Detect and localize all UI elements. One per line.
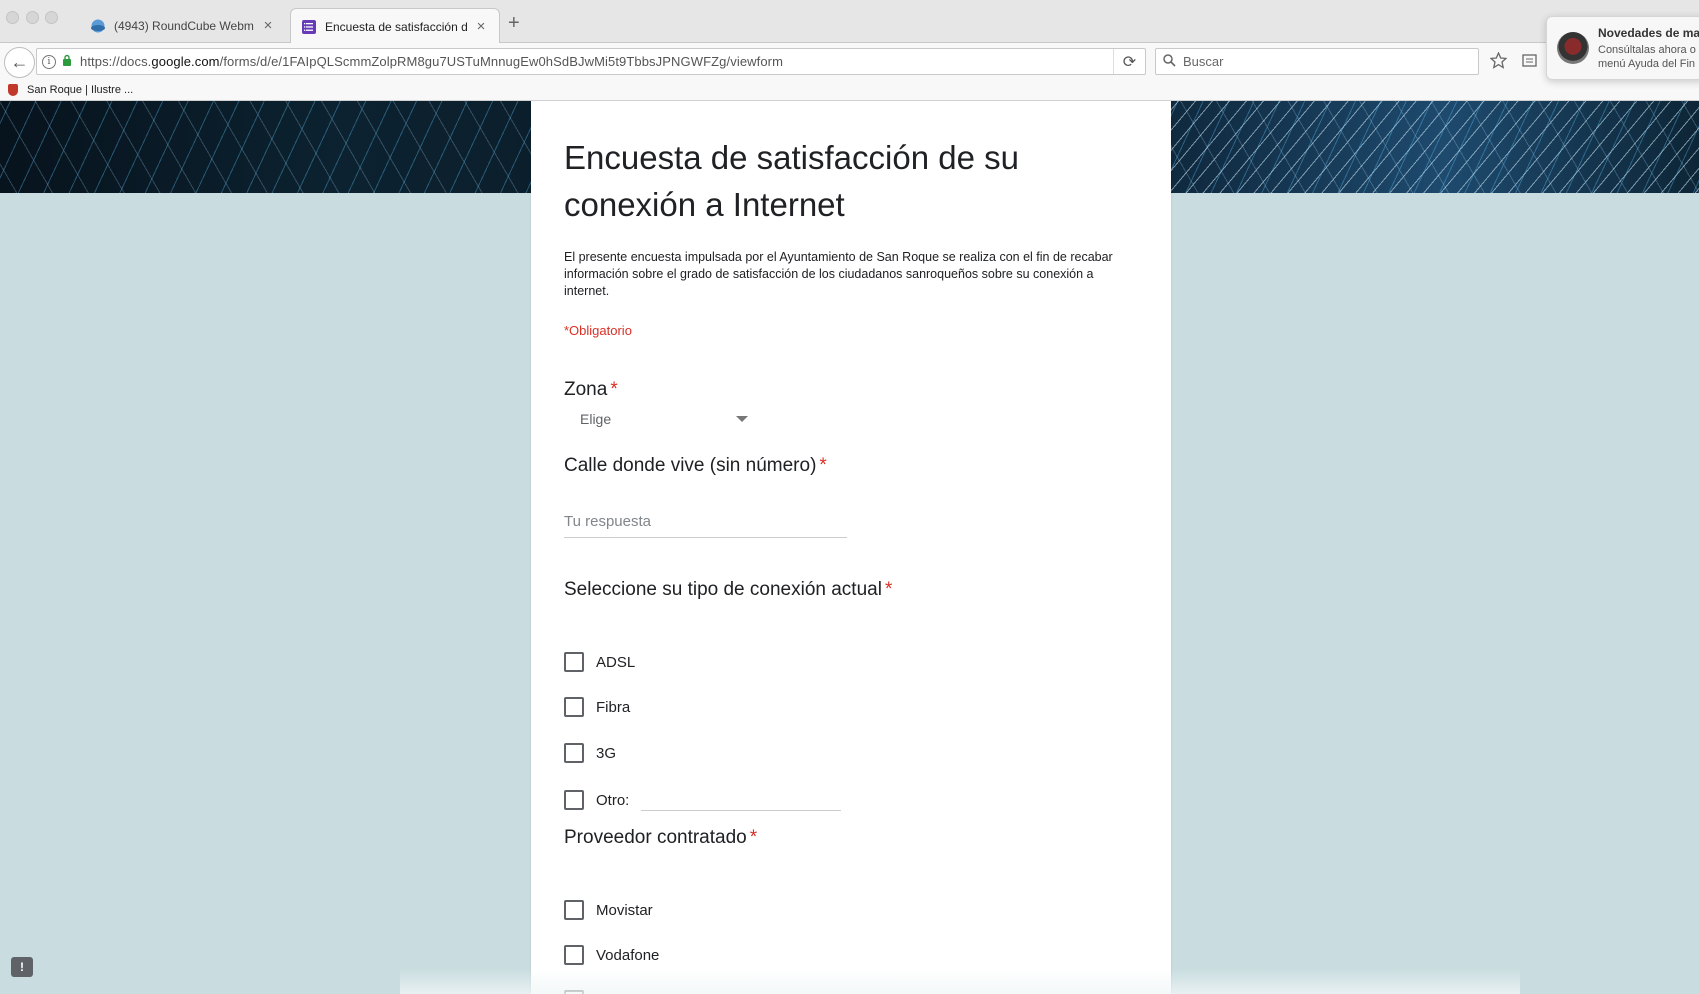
back-arrow-icon: ←	[10, 52, 29, 72]
form-description: El presente encuesta impulsada por el Ay…	[564, 250, 1113, 298]
checkbox[interactable]	[564, 790, 584, 810]
zoom-window-button[interactable]	[45, 11, 58, 24]
question-calle-title: Calle donde vive (sin número) *	[564, 455, 827, 477]
close-tab-icon[interactable]: ×	[473, 18, 489, 35]
address-bar[interactable]: i https://docs.google.com/forms/d/e/1FAI…	[36, 48, 1146, 75]
option-label: ADSL	[596, 653, 636, 671]
url-prefix: https://docs.	[80, 54, 152, 69]
notification-line-1: Consúltalas ahora o	[1598, 44, 1696, 56]
tab-label: (4943) RoundCube Webmail	[114, 18, 254, 33]
info-icon[interactable]: i	[42, 54, 56, 69]
option-label: Otro:	[596, 791, 630, 809]
option-label: 3G	[596, 744, 617, 762]
option-label: Vodafone	[596, 946, 660, 964]
tab-roundcube[interactable]: (4943) RoundCube Webmail ×	[80, 8, 286, 43]
dropdown-arrow-icon	[736, 416, 748, 422]
tab-encuesta[interactable]: Encuesta de satisfacción de su conexión …	[290, 8, 500, 44]
question-conexion-title: Seleccione su tipo de conexión actual *	[564, 579, 892, 601]
roundcube-icon	[91, 19, 105, 32]
lock-icon	[62, 54, 72, 69]
checkbox-option-next[interactable]	[564, 989, 584, 994]
checkbox-option-otro[interactable]: Otro:	[564, 789, 842, 811]
checkbox-option-fibra[interactable]: Fibra	[564, 696, 630, 718]
checkbox[interactable]	[564, 697, 584, 717]
search-icon	[1163, 53, 1176, 70]
san-roque-crest-icon	[8, 84, 18, 96]
back-button[interactable]: ←	[4, 47, 35, 78]
notification-line-2: menú Ayuda del Fin	[1598, 58, 1696, 70]
bookmarks-bar: San Roque | Ilustre ...	[0, 83, 1699, 101]
question-zona-title: Zona *	[564, 379, 618, 401]
notification-title: Novedades de ma	[1598, 26, 1699, 40]
url-path: /forms/d/e/1FAIpQLScmmZolpRM8gu7USTuMnnu…	[219, 54, 784, 69]
zona-dropdown[interactable]: Elige	[564, 407, 754, 431]
search-bar[interactable]	[1155, 48, 1479, 75]
calle-answer-input[interactable]	[564, 510, 847, 538]
minimize-window-button[interactable]	[26, 11, 39, 24]
page-content: Encuesta de satisfacción de su conexión …	[0, 101, 1699, 994]
tab-bar: (4943) RoundCube Webmail × Encuesta de s…	[0, 0, 1699, 44]
close-window-button[interactable]	[6, 11, 19, 24]
checkbox-option-vodafone[interactable]: Vodafone	[564, 944, 659, 966]
question-label: Seleccione su tipo de conexión actual	[564, 579, 882, 600]
feedback-icon[interactable]: !	[11, 957, 33, 977]
checkbox-option-movistar[interactable]: Movistar	[564, 899, 653, 921]
notification-body: Consúltalas ahora o menú Ayuda del Fin	[1598, 43, 1696, 71]
question-label: Calle donde vive (sin número)	[564, 455, 817, 476]
bookmark-star-icon[interactable]	[1489, 51, 1508, 74]
bookmark-label: San Roque | Ilustre ...	[27, 84, 134, 96]
required-asterisk: *	[884, 579, 893, 600]
otro-text-input[interactable]	[641, 789, 842, 811]
question-label: Proveedor contratado	[564, 827, 747, 848]
checkbox[interactable]	[564, 743, 584, 763]
new-tab-button[interactable]: +	[508, 12, 520, 35]
navigation-bar: ← i https://docs.google.com/forms/d/e/1F…	[0, 43, 1699, 83]
notification-avatar	[1557, 32, 1589, 64]
close-tab-icon[interactable]: ×	[260, 17, 276, 34]
reload-icon[interactable]: ⟳	[1113, 49, 1145, 74]
question-proveedor-title: Proveedor contratado *	[564, 827, 757, 849]
checkbox[interactable]	[564, 900, 584, 920]
notification-popup[interactable]: Novedades de ma Consúltalas ahora o menú…	[1546, 16, 1699, 80]
checkbox-option-adsl[interactable]: ADSL	[564, 651, 635, 673]
tab-label: Encuesta de satisfacción de su conexión …	[325, 19, 467, 34]
required-asterisk: *	[819, 455, 827, 476]
required-asterisk: *	[749, 827, 758, 848]
checkbox[interactable]	[564, 945, 584, 965]
required-asterisk: *	[610, 379, 618, 400]
google-forms-icon	[302, 19, 316, 34]
dropdown-value: Elige	[580, 411, 612, 427]
option-label: Fibra	[596, 698, 631, 716]
bookmark-san-roque[interactable]: San Roque | Ilustre ...	[8, 84, 133, 96]
checkbox[interactable]	[564, 652, 584, 672]
search-input[interactable]	[1183, 54, 1478, 69]
checkbox[interactable]	[564, 990, 584, 994]
url-text[interactable]: https://docs.google.com/forms/d/e/1FAIpQ…	[80, 54, 1113, 69]
url-domain: google.com	[151, 54, 220, 69]
banner-light-streaks	[1170, 101, 1699, 193]
form-title: Encuesta de satisfacción de su conexión …	[564, 139, 1019, 223]
question-label: Zona	[564, 379, 608, 400]
checkbox-option-3g[interactable]: 3G	[564, 742, 616, 764]
required-note: *Obligatorio	[564, 323, 632, 338]
option-label: Movistar	[596, 901, 653, 919]
reading-list-icon[interactable]	[1522, 52, 1537, 73]
form-card: Encuesta de satisfacción de su conexión …	[531, 101, 1171, 994]
